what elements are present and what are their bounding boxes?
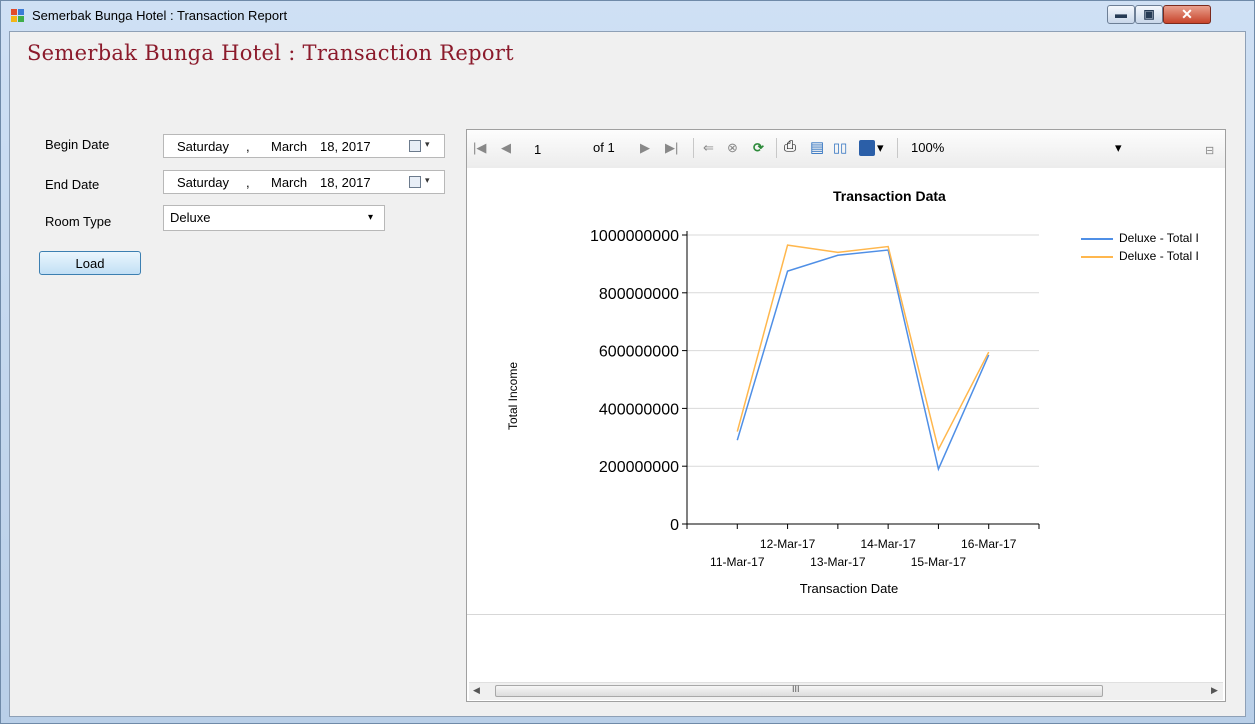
save-export-icon[interactable] <box>859 140 875 156</box>
y-axis-label: Total Income <box>506 362 520 430</box>
room-type-select[interactable]: Deluxe ▾ <box>163 205 385 231</box>
print-layout-icon[interactable]: ▤ <box>810 138 824 156</box>
room-type-label: Room Type <box>45 214 112 229</box>
toolbar-separator <box>897 138 898 158</box>
dropdown-arrow-icon[interactable]: ▾ <box>368 212 373 223</box>
scroll-right-icon[interactable]: ▶ <box>1211 685 1218 696</box>
back-icon[interactable]: ⇐ <box>703 140 714 156</box>
chevron-down-icon[interactable]: ▾ <box>425 175 430 186</box>
legend-item: Deluxe - Total I <box>1081 231 1227 249</box>
calendar-icon[interactable] <box>409 176 421 188</box>
x-tick-label: 13-Mar-17 <box>810 555 866 569</box>
begin-date-label: Begin Date <box>45 137 110 152</box>
end-month: March <box>271 175 308 190</box>
scrollbar-thumb[interactable]: III <box>495 684 1103 697</box>
x-axis-label: Transaction Date <box>800 581 899 596</box>
last-page-icon[interactable]: ▶| <box>665 140 678 156</box>
page-title: Semerbak Bunga Hotel : Transaction Repor… <box>27 41 514 65</box>
page-count: of 1 <box>593 140 615 155</box>
x-tick-label: 14-Mar-17 <box>860 537 916 551</box>
y-tick-label: 800000000 <box>599 286 679 303</box>
chevron-down-icon[interactable]: ▾ <box>425 139 430 150</box>
legend-item: Deluxe - Total I <box>1081 249 1227 267</box>
x-tick-label: 12-Mar-17 <box>760 537 816 551</box>
horizontal-scrollbar[interactable]: ◀ III ▶ <box>469 682 1223 700</box>
printer-icon[interactable]: ⎙ <box>784 138 796 155</box>
zoom-select[interactable]: 100% <box>911 140 944 155</box>
stop-icon[interactable]: ⊗ <box>727 140 738 156</box>
maximize-button[interactable]: ▣ <box>1135 5 1163 24</box>
scroll-grip-icon: III <box>792 684 800 694</box>
refresh-icon[interactable]: ⟳ <box>753 140 764 156</box>
minimize-icon: ▬ <box>1115 7 1127 21</box>
x-tick-label: 11-Mar-17 <box>710 555 765 569</box>
line-chart: Total Income Transaction Date 0 200000000… <box>506 228 1040 596</box>
close-button[interactable]: ✕ <box>1163 5 1211 24</box>
legend-label: Deluxe - Total I <box>1119 231 1199 245</box>
chart-legend: Deluxe - Total I Deluxe - Total I <box>1081 231 1227 267</box>
window-title: Semerbak Bunga Hotel : Transaction Repor… <box>32 8 288 23</box>
x-tick-label: 15-Mar-17 <box>911 555 967 569</box>
begin-weekday: Saturday <box>177 139 230 154</box>
begin-month: March <box>271 139 308 154</box>
y-tick-label: 600000000 <box>599 344 679 361</box>
legend-swatch <box>1081 255 1113 258</box>
app-window-icon <box>11 9 25 23</box>
toolbar-overflow-icon[interactable]: ⊟ <box>1205 144 1214 157</box>
report-page: Transaction Data Total Income Transactio… <box>467 168 1225 615</box>
load-button[interactable]: Load <box>39 251 141 275</box>
zoom-dropdown-icon[interactable]: ▾ <box>1115 140 1122 156</box>
end-weekday: Saturday <box>177 175 230 190</box>
previous-page-icon[interactable]: ◀ <box>501 140 511 156</box>
export-dropdown-icon[interactable]: ▾ <box>877 140 884 156</box>
begin-day-year: 18, 2017 <box>320 139 371 154</box>
toolbar-separator <box>776 138 777 158</box>
end-separator: , <box>246 175 250 190</box>
scroll-left-icon[interactable]: ◀ <box>473 685 480 696</box>
main-window: Semerbak Bunga Hotel : Transaction Repor… <box>0 0 1255 724</box>
y-tick-label: 0 <box>670 517 679 534</box>
y-tick-label: 400000000 <box>599 401 679 418</box>
x-tick-label: 16-Mar-17 <box>961 537 1017 551</box>
first-page-icon[interactable]: |◀ <box>473 140 486 156</box>
begin-date-picker[interactable]: Saturday , March 18, 2017 ▾ <box>163 134 445 158</box>
series-line <box>736 244 990 452</box>
next-page-icon[interactable]: ▶ <box>640 140 650 156</box>
report-toolbar: |◀ ◀ of 1 ▶ ▶| ⇐ ⊗ ⟳ ⎙ ▤ ▯▯ ▾ 100% ▾ ⊟ <box>467 130 1225 169</box>
y-tick-label: 1000000000 <box>590 228 679 245</box>
calendar-icon[interactable] <box>409 140 421 152</box>
end-date-label: End Date <box>45 177 100 192</box>
maximize-icon: ▣ <box>1143 7 1155 21</box>
y-tick-label: 200000000 <box>599 459 679 476</box>
legend-swatch <box>1081 237 1113 240</box>
legend-label: Deluxe - Total I <box>1119 249 1199 263</box>
end-day-year: 18, 2017 <box>320 175 371 190</box>
page-number-input[interactable] <box>532 139 584 159</box>
series-line <box>736 249 990 472</box>
close-icon: ✕ <box>1181 6 1193 22</box>
title-bar[interactable]: Semerbak Bunga Hotel : Transaction Repor… <box>1 1 1254 31</box>
end-date-picker[interactable]: Saturday , March 18, 2017 ▾ <box>163 170 445 194</box>
page-setup-icon[interactable]: ▯▯ <box>833 140 847 156</box>
room-type-value: Deluxe <box>170 210 211 225</box>
report-viewer: |◀ ◀ of 1 ▶ ▶| ⇐ ⊗ ⟳ ⎙ ▤ ▯▯ ▾ 100% ▾ ⊟ T… <box>466 129 1226 702</box>
minimize-button[interactable]: ▬ <box>1107 5 1135 24</box>
toolbar-separator <box>693 138 694 158</box>
begin-separator: , <box>246 139 250 154</box>
